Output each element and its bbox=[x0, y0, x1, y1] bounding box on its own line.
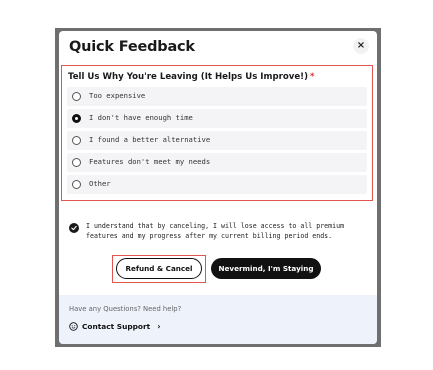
reason-question-group: Tell Us Why You're Leaving (It Helps Us … bbox=[61, 65, 373, 201]
radio-button[interactable] bbox=[72, 136, 81, 145]
option-too-expensive[interactable]: Too expensive bbox=[67, 87, 367, 106]
consent-checkbox[interactable] bbox=[69, 223, 79, 233]
option-better-alternative[interactable]: I found a better alternative bbox=[67, 131, 367, 150]
option-features-dont-meet-needs[interactable]: Features don't meet my needs bbox=[67, 153, 367, 172]
modal-title: Quick Feedback bbox=[69, 39, 195, 55]
radio-button[interactable] bbox=[72, 92, 81, 101]
check-icon bbox=[71, 225, 77, 231]
stay-button[interactable]: Nevermind, I'm Staying bbox=[211, 258, 321, 279]
refund-cancel-button[interactable]: Refund & Cancel bbox=[116, 258, 202, 279]
contact-support-label: Contact Support bbox=[82, 321, 151, 331]
question-text: Tell Us Why You're Leaving (It Helps Us … bbox=[68, 72, 309, 82]
support-icon bbox=[69, 321, 78, 331]
help-text: Have any Questions? Need help? bbox=[69, 305, 182, 313]
chevron-right-icon: › bbox=[157, 321, 161, 331]
option-label: I found a better alternative bbox=[89, 135, 211, 144]
radio-button[interactable] bbox=[72, 180, 81, 189]
option-label: I don't have enough time bbox=[89, 113, 193, 122]
close-icon[interactable]: × bbox=[353, 38, 369, 54]
required-mark: * bbox=[310, 72, 315, 82]
option-label: Other bbox=[89, 179, 111, 188]
option-label: Features don't meet my needs bbox=[89, 157, 211, 166]
help-footer: Have any Questions? Need help? Contact S… bbox=[59, 295, 377, 344]
consent-text: I understand that by canceling, I will l… bbox=[86, 222, 345, 240]
question-label: Tell Us Why You're Leaving (It Helps Us … bbox=[68, 72, 315, 82]
option-other[interactable]: Other bbox=[67, 175, 367, 194]
option-not-enough-time[interactable]: I don't have enough time bbox=[67, 109, 367, 128]
radio-button-selected[interactable] bbox=[72, 114, 81, 123]
contact-support-link[interactable]: Contact Support › bbox=[69, 320, 161, 332]
option-label: Too expensive bbox=[89, 91, 146, 100]
feedback-modal: Quick Feedback × Tell Us Why You're Leav… bbox=[59, 31, 377, 344]
radio-button[interactable] bbox=[72, 158, 81, 167]
